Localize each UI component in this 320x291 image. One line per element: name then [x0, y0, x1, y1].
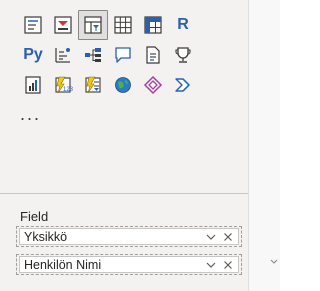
power-automate-chevron-button[interactable] [168, 70, 198, 100]
field-well-label: Field [20, 209, 49, 224]
power-automate-icon [85, 76, 101, 94]
close-icon[interactable] [221, 258, 235, 272]
section-divider [0, 193, 248, 194]
key-influencers-icon [55, 48, 70, 63]
r-script-visual-button[interactable]: R [168, 10, 198, 40]
field-well-slot[interactable]: Henkilön Nimi [16, 254, 242, 275]
field-well-slot[interactable]: Yksikkö [16, 226, 242, 247]
visual-icon-grid: R Py 123 [18, 10, 198, 100]
smart-narrative-icon [146, 46, 160, 64]
power-apps-diamond-icon [143, 75, 163, 95]
table-visual-button[interactable] [18, 10, 48, 40]
more-visuals-button[interactable]: ... [20, 104, 41, 124]
visual-icon-row: R [18, 10, 198, 40]
power-automate-chevron-icon [175, 78, 190, 92]
power-apps-button[interactable]: 123 [48, 70, 78, 100]
decomposition-tree-icon [85, 48, 101, 62]
decomposition-tree-button[interactable] [78, 40, 108, 70]
power-apps-diamond-button[interactable] [138, 70, 168, 100]
paginated-report-button[interactable] [18, 70, 48, 100]
field-chip[interactable]: Henkilön Nimi [19, 256, 239, 273]
funnel-chart-button[interactable] [48, 10, 78, 40]
svg-text:123: 123 [63, 87, 73, 93]
visual-icon-row: Py [18, 40, 198, 70]
field-chip-label: Yksikkö [24, 229, 68, 244]
adjacent-pane [249, 0, 280, 291]
matrix-grid-icon [114, 16, 132, 34]
visualizations-pane: R Py 123 ... Field Yksikkö Henkilön Nimi [0, 0, 248, 291]
power-apps-icon: 123 [55, 76, 73, 94]
paginated-report-icon [25, 76, 41, 94]
smart-narrative-button[interactable] [138, 40, 168, 70]
qa-visual-button[interactable] [108, 40, 138, 70]
field-chip-label: Henkilön Nimi [24, 257, 102, 272]
matrix-grid-button[interactable] [108, 10, 138, 40]
chevron-down-icon[interactable] [204, 230, 218, 244]
python-visual-icon: Py [23, 46, 43, 63]
matrix-visual-button[interactable] [138, 10, 168, 40]
r-script-visual-icon: R [177, 16, 189, 33]
python-visual-button[interactable]: Py [18, 40, 48, 70]
qa-visual-icon [115, 47, 131, 63]
key-influencers-button[interactable] [48, 40, 78, 70]
chevron-down-icon[interactable] [204, 258, 218, 272]
table-visual-icon [24, 16, 42, 34]
arcgis-map-button[interactable] [108, 70, 138, 100]
visual-icon-row: 123 [18, 70, 198, 100]
slicer-visual-icon [84, 16, 102, 34]
chevron-down-icon[interactable] [270, 258, 278, 266]
goals-trophy-button[interactable] [168, 40, 198, 70]
funnel-chart-icon [54, 16, 72, 34]
matrix-visual-icon [144, 16, 162, 34]
close-icon[interactable] [221, 230, 235, 244]
arcgis-map-icon [115, 77, 131, 93]
goals-trophy-icon [175, 47, 191, 63]
field-chip[interactable]: Yksikkö [19, 228, 239, 245]
slicer-visual-button[interactable] [78, 10, 108, 40]
power-automate-button[interactable] [78, 70, 108, 100]
